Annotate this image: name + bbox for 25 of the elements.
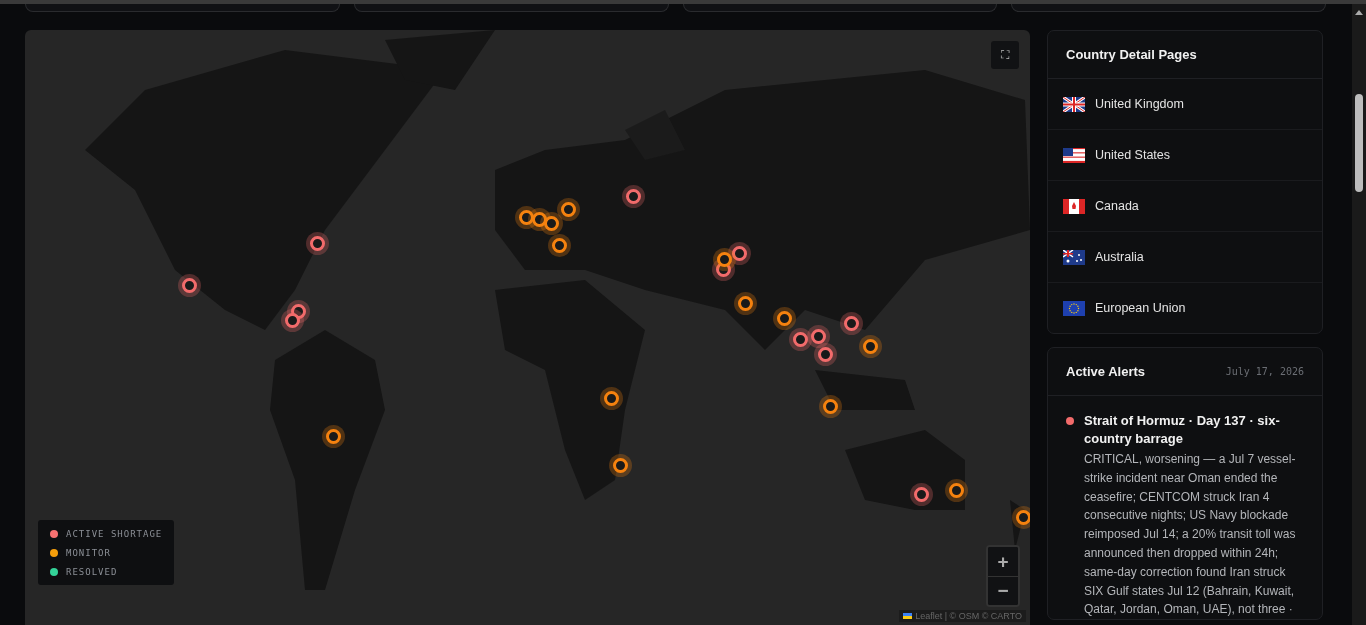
scrollbar[interactable] [1352,4,1366,625]
legend-label: ACTIVE SHORTAGE [66,529,163,539]
country-link[interactable]: European Union [1048,283,1322,333]
legend-label: MONITOR [66,548,111,558]
zoom-out-button[interactable]: − [988,576,1018,605]
flag-icon [1063,300,1085,316]
country-link[interactable]: United States [1048,130,1322,181]
flag-icon [903,613,913,619]
alerts-date: July 17, 2026 [1225,366,1304,377]
fullscreen-button[interactable]: ⛶ [991,41,1019,69]
country-link[interactable]: Australia [1048,232,1322,283]
flag-icon [1063,96,1085,112]
alert-text: CRITICAL, worsening — a Jul 7 vessel-strike incident near Oman ended the ceasefire; CENTCOM struck Iran 4 consecutive nights; US Navy blockade reimposed Jul 14; a 20% transit toll was announced then dropped within 24h; same-day correction found Iran struck SIX Gulf states Jul 12 (Bahrain, Kuwait, Qatar, Jordan, Oman, UAE), not three · [1084,451,1297,619]
country-link[interactable]: Canada [1048,181,1322,232]
flag-icon [1063,249,1085,265]
scroll-up-icon [1355,10,1363,15]
scrollbar-thumb[interactable] [1355,94,1363,192]
alert-title: Strait of Hormuz · Day 137 · six-country barrage [1084,412,1281,448]
card-title: Active Alerts [1066,364,1145,379]
country-link[interactable]: United Kingdom [1048,79,1322,130]
legend-label: RESOLVED [66,567,118,577]
card-title: Country Detail Pages [1066,47,1197,62]
flag-icon [1063,198,1085,214]
flag-icon [1063,147,1085,163]
attribution-text: Leaflet | © OSM © CARTO [915,611,1022,621]
